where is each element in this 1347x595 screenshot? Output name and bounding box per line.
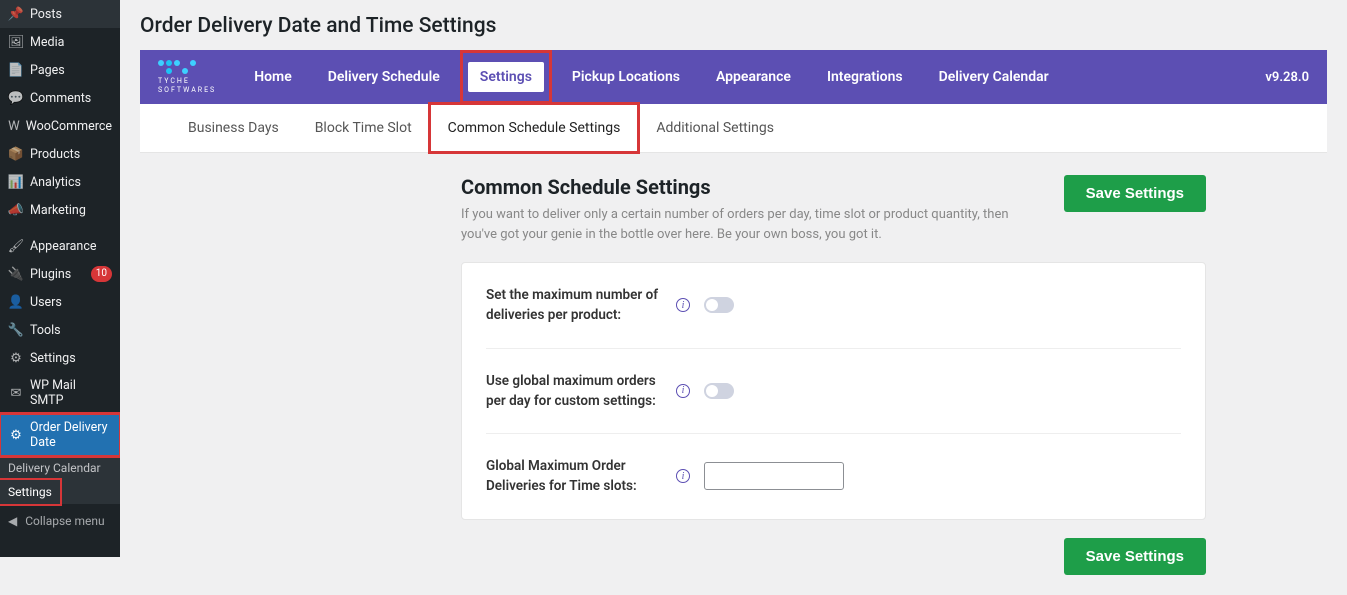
section-title: Common Schedule Settings (461, 175, 1044, 199)
setting-max-deliveries-per-product: Set the maximum number of deliveries per… (486, 263, 1181, 349)
version-label: v9.28.0 (1265, 70, 1309, 85)
collapse-menu-label: Collapse menu (25, 514, 104, 528)
sub-nav-additional-settings[interactable]: Additional Settings (638, 104, 792, 152)
sidebar-item-label: WP Mail SMTP (30, 378, 112, 408)
sidebar-item-label: Plugins (30, 267, 85, 282)
sidebar-item-tools[interactable]: 🔧 Tools (0, 316, 120, 344)
media-icon: 🖼 (8, 34, 24, 50)
sidebar-submenu-settings[interactable]: Settings (0, 480, 60, 504)
brand-name: TYCHE (158, 77, 216, 85)
sidebar-item-label: Products (30, 147, 112, 162)
megaphone-icon: 📣 (8, 202, 24, 218)
admin-sidebar: 📌 Posts 🖼 Media 📄 Pages 💬 Comments W Woo… (0, 0, 120, 557)
sidebar-item-pages[interactable]: 📄 Pages (0, 56, 120, 84)
setting-label: Set the maximum number of deliveries per… (486, 285, 676, 326)
collapse-icon: ◀ (8, 514, 17, 528)
settings-panel: Set the maximum number of deliveries per… (461, 262, 1206, 520)
sidebar-item-label: Analytics (30, 175, 112, 190)
sidebar-item-products[interactable]: 📦 Products (0, 140, 120, 168)
sidebar-item-label: Tools (30, 323, 112, 338)
input-global-max-timeslot[interactable] (704, 462, 844, 490)
sidebar-item-label: Order Delivery Date (30, 420, 112, 450)
gear-icon: ⚙ (8, 350, 24, 366)
top-nav-home[interactable]: Home (236, 50, 310, 104)
sidebar-item-order-delivery-date[interactable]: ⚙ Order Delivery Date (0, 414, 120, 456)
pin-icon: 📌 (8, 6, 24, 22)
brush-icon: 🖌 (8, 238, 24, 254)
setting-global-max-timeslot: Global Maximum Order Deliveries for Time… (486, 434, 1181, 519)
page-title: Order Delivery Date and Time Settings (140, 8, 1327, 38)
setting-label: Use global maximum orders per day for cu… (486, 371, 676, 412)
sidebar-item-users[interactable]: 👤 Users (0, 288, 120, 316)
page-icon: 📄 (8, 62, 24, 78)
gear-icon: ⚙ (8, 427, 24, 443)
sidebar-item-label: Appearance (30, 239, 112, 254)
box-icon: 📦 (8, 146, 24, 162)
top-nav-appearance[interactable]: Appearance (698, 50, 809, 104)
sidebar-item-settings[interactable]: ⚙ Settings (0, 344, 120, 372)
plug-icon: 🔌 (8, 266, 24, 282)
sidebar-item-label: Posts (30, 7, 112, 22)
sidebar-submenu: Delivery Calendar Settings (0, 456, 120, 504)
sidebar-item-comments[interactable]: 💬 Comments (0, 84, 120, 112)
sidebar-item-woocommerce[interactable]: W WooCommerce (0, 112, 120, 140)
info-icon[interactable]: i (676, 384, 690, 398)
info-icon[interactable]: i (676, 469, 690, 483)
sidebar-item-plugins[interactable]: 🔌 Plugins 10 (0, 260, 120, 288)
setting-label: Global Maximum Order Deliveries for Time… (486, 456, 676, 497)
chart-icon: 📊 (8, 174, 24, 190)
top-nav-settings[interactable]: Settings (468, 62, 544, 92)
sidebar-item-marketing[interactable]: 📣 Marketing (0, 196, 120, 224)
info-icon[interactable]: i (676, 298, 690, 312)
sidebar-submenu-delivery-calendar[interactable]: Delivery Calendar (0, 456, 120, 480)
sidebar-item-label: Media (30, 35, 112, 50)
sidebar-item-label: WooCommerce (26, 119, 112, 134)
top-nav-pickup-locations[interactable]: Pickup Locations (554, 50, 698, 104)
section-description: If you want to deliver only a certain nu… (461, 205, 1044, 244)
setting-global-max-orders: Use global maximum orders per day for cu… (486, 349, 1181, 435)
sub-nav-common-schedule-settings[interactable]: Common Schedule Settings (430, 104, 639, 152)
sidebar-item-label: Marketing (30, 203, 112, 218)
sidebar-item-appearance[interactable]: 🖌 Appearance (0, 232, 120, 260)
brand-logo: TYCHE SOFTWARES (158, 60, 216, 94)
wrench-icon: 🔧 (8, 322, 24, 338)
sidebar-item-analytics[interactable]: 📊 Analytics (0, 168, 120, 196)
top-nav-delivery-calendar[interactable]: Delivery Calendar (921, 50, 1067, 104)
sidebar-item-label: Pages (30, 63, 112, 78)
brand-sub: SOFTWARES (158, 86, 216, 94)
sidebar-item-wp-mail-smtp[interactable]: ✉ WP Mail SMTP (0, 372, 120, 414)
user-icon: 👤 (8, 294, 24, 310)
woo-icon: W (8, 118, 20, 134)
settings-sub-nav: Business Days Block Time Slot Common Sch… (140, 104, 1327, 153)
plugin-top-nav: TYCHE SOFTWARES Home Delivery Schedule S… (140, 50, 1327, 104)
top-nav-integrations[interactable]: Integrations (809, 50, 921, 104)
sidebar-item-posts[interactable]: 📌 Posts (0, 0, 120, 28)
save-settings-button-top[interactable]: Save Settings (1064, 175, 1206, 212)
plugins-update-badge: 10 (91, 266, 112, 282)
toggle-max-deliveries-per-product[interactable] (704, 297, 734, 313)
sub-nav-block-time-slot[interactable]: Block Time Slot (297, 104, 430, 152)
sidebar-item-media[interactable]: 🖼 Media (0, 28, 120, 56)
sidebar-item-label: Comments (30, 91, 112, 106)
sub-nav-business-days[interactable]: Business Days (170, 104, 297, 152)
main-content: Order Delivery Date and Time Settings TY… (120, 0, 1347, 595)
sidebar-item-label: Users (30, 295, 112, 310)
collapse-menu-button[interactable]: ◀ Collapse menu (0, 504, 120, 538)
mail-icon: ✉ (8, 385, 24, 401)
toggle-global-max-orders[interactable] (704, 383, 734, 399)
save-settings-button-bottom[interactable]: Save Settings (1064, 538, 1206, 575)
top-nav-delivery-schedule[interactable]: Delivery Schedule (310, 50, 458, 104)
sidebar-item-label: Settings (30, 351, 112, 366)
comment-icon: 💬 (8, 90, 24, 106)
